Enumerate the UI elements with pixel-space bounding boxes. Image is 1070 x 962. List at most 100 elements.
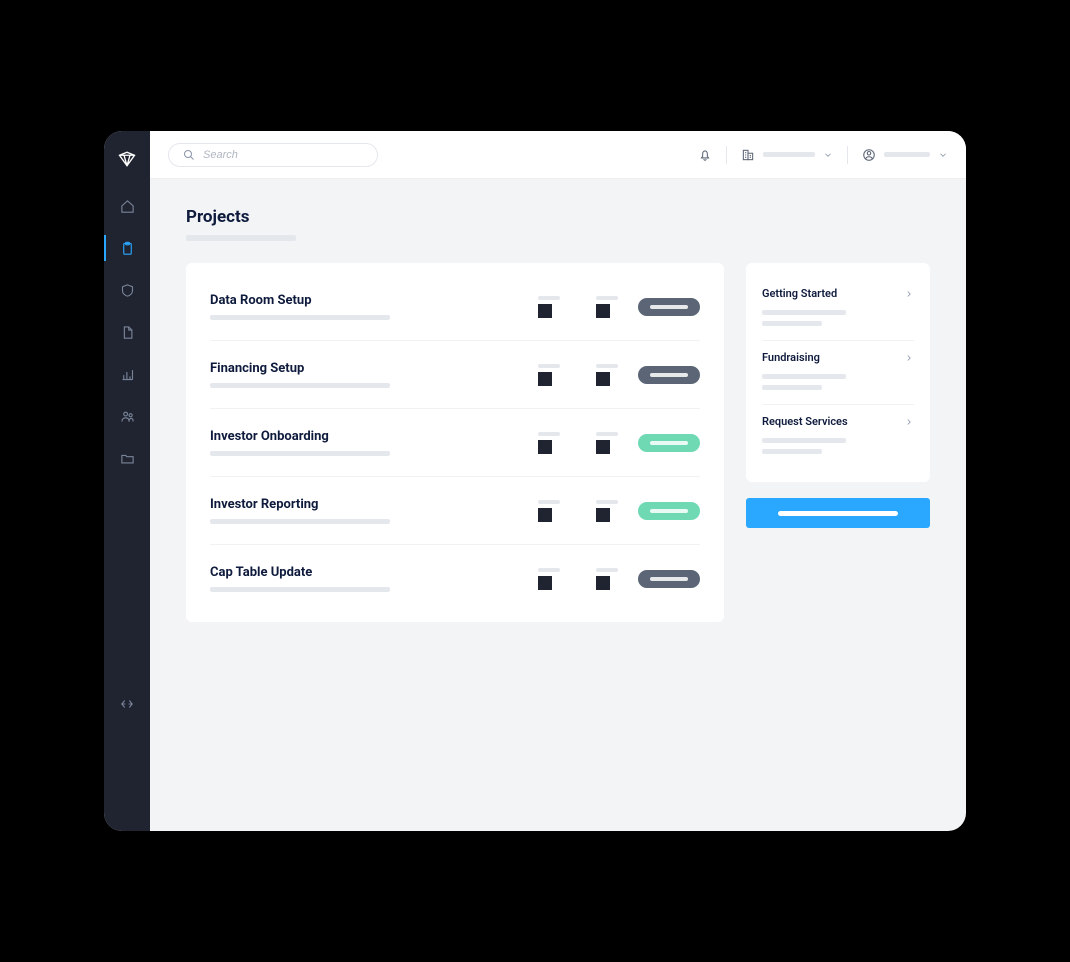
user-name-placeholder (884, 152, 930, 157)
page-header-area: Projects (150, 179, 966, 263)
project-info: Investor Onboarding (210, 429, 538, 456)
main: Projects Data Room Setup (150, 131, 966, 831)
project-info: Cap Table Update (210, 565, 538, 592)
cta-button[interactable] (746, 498, 930, 528)
bell-icon (698, 148, 712, 162)
home-icon (120, 199, 135, 214)
page-header: Projects (186, 207, 930, 241)
project-info: Investor Reporting (210, 497, 538, 524)
project-subtitle-placeholder (210, 587, 390, 592)
nav-shield[interactable] (104, 279, 150, 301)
status-pill (638, 366, 700, 384)
stat-block (596, 304, 610, 318)
clipboard-icon (120, 241, 135, 256)
project-subtitle-placeholder (210, 519, 390, 524)
topbar-right (698, 146, 948, 164)
project-row[interactable]: Financing Setup (210, 341, 700, 409)
stat-block (596, 508, 610, 522)
collapse-button[interactable] (120, 697, 134, 711)
side-title: Request Services (762, 415, 848, 428)
project-title: Investor Reporting (210, 497, 538, 512)
notifications-button[interactable] (698, 148, 712, 162)
side-row-head: Getting Started (762, 287, 914, 300)
stat-col (596, 364, 618, 386)
chevron-right-icon (904, 353, 914, 363)
topbar (150, 131, 966, 179)
nav-home[interactable] (104, 195, 150, 217)
user-menu[interactable] (862, 148, 948, 162)
project-title: Investor Onboarding (210, 429, 538, 444)
divider (726, 146, 727, 164)
project-row[interactable]: Investor Reporting (210, 477, 700, 545)
side-row[interactable]: Fundraising (762, 341, 914, 405)
chevron-down-icon (823, 150, 833, 160)
document-icon (120, 325, 135, 340)
nav-team[interactable] (104, 405, 150, 427)
nav-chart[interactable] (104, 363, 150, 385)
chevron-right-icon (904, 417, 914, 427)
folder-icon (120, 451, 135, 466)
stat-col (538, 296, 560, 318)
side-text-placeholder (762, 438, 846, 443)
logo (118, 141, 136, 177)
chevron-down-icon (938, 150, 948, 160)
nav-document[interactable] (104, 321, 150, 343)
stat-block (538, 576, 552, 590)
app-window: Projects Data Room Setup (104, 131, 966, 831)
side-card: Getting Started Fundraising (746, 263, 930, 482)
stat-col (596, 432, 618, 454)
page-title: Projects (186, 207, 930, 227)
project-stats (538, 500, 618, 522)
org-switcher[interactable] (741, 148, 833, 162)
side-text-placeholder (762, 374, 846, 379)
stat-block (538, 304, 552, 318)
nav-projects[interactable] (104, 237, 150, 259)
nav-folder[interactable] (104, 447, 150, 469)
sidebar (104, 131, 150, 831)
side-row[interactable]: Getting Started (762, 277, 914, 341)
status-pill (638, 502, 700, 520)
status-pill (638, 298, 700, 316)
project-row[interactable]: Data Room Setup (210, 273, 700, 341)
status-pill (638, 434, 700, 452)
side-row-head: Request Services (762, 415, 914, 428)
project-stats (538, 364, 618, 386)
project-stats (538, 568, 618, 590)
side-text-placeholder (762, 449, 822, 454)
side-row[interactable]: Request Services (762, 405, 914, 468)
project-row[interactable]: Investor Onboarding (210, 409, 700, 477)
stat-col (596, 500, 618, 522)
team-icon (120, 409, 135, 424)
status-pill (638, 570, 700, 588)
project-title: Data Room Setup (210, 293, 538, 308)
project-stats (538, 296, 618, 318)
stat-block (596, 576, 610, 590)
stat-col (596, 296, 618, 318)
shield-icon (120, 283, 135, 298)
divider (847, 146, 848, 164)
project-row[interactable]: Cap Table Update (210, 545, 700, 612)
stat-block (538, 508, 552, 522)
stat-col (596, 568, 618, 590)
stat-block (596, 372, 610, 386)
stat-col (538, 432, 560, 454)
side-text-placeholder (762, 310, 846, 315)
search-icon (183, 149, 195, 161)
stat-col (538, 500, 560, 522)
side-column: Getting Started Fundraising (746, 263, 930, 622)
project-subtitle-placeholder (210, 383, 390, 388)
cta-label-placeholder (778, 511, 898, 516)
page-subtitle-placeholder (186, 235, 296, 241)
side-title: Fundraising (762, 351, 820, 364)
projects-card: Data Room Setup Financing Setup (186, 263, 724, 622)
user-icon (862, 148, 876, 162)
project-title: Cap Table Update (210, 565, 538, 580)
content: Data Room Setup Financing Setup (150, 263, 966, 650)
search-box[interactable] (168, 143, 378, 167)
stat-block (596, 440, 610, 454)
side-text-placeholder (762, 385, 822, 390)
chevron-right-icon (904, 289, 914, 299)
projects-column: Data Room Setup Financing Setup (186, 263, 724, 622)
stat-col (538, 364, 560, 386)
search-input[interactable] (203, 149, 363, 161)
